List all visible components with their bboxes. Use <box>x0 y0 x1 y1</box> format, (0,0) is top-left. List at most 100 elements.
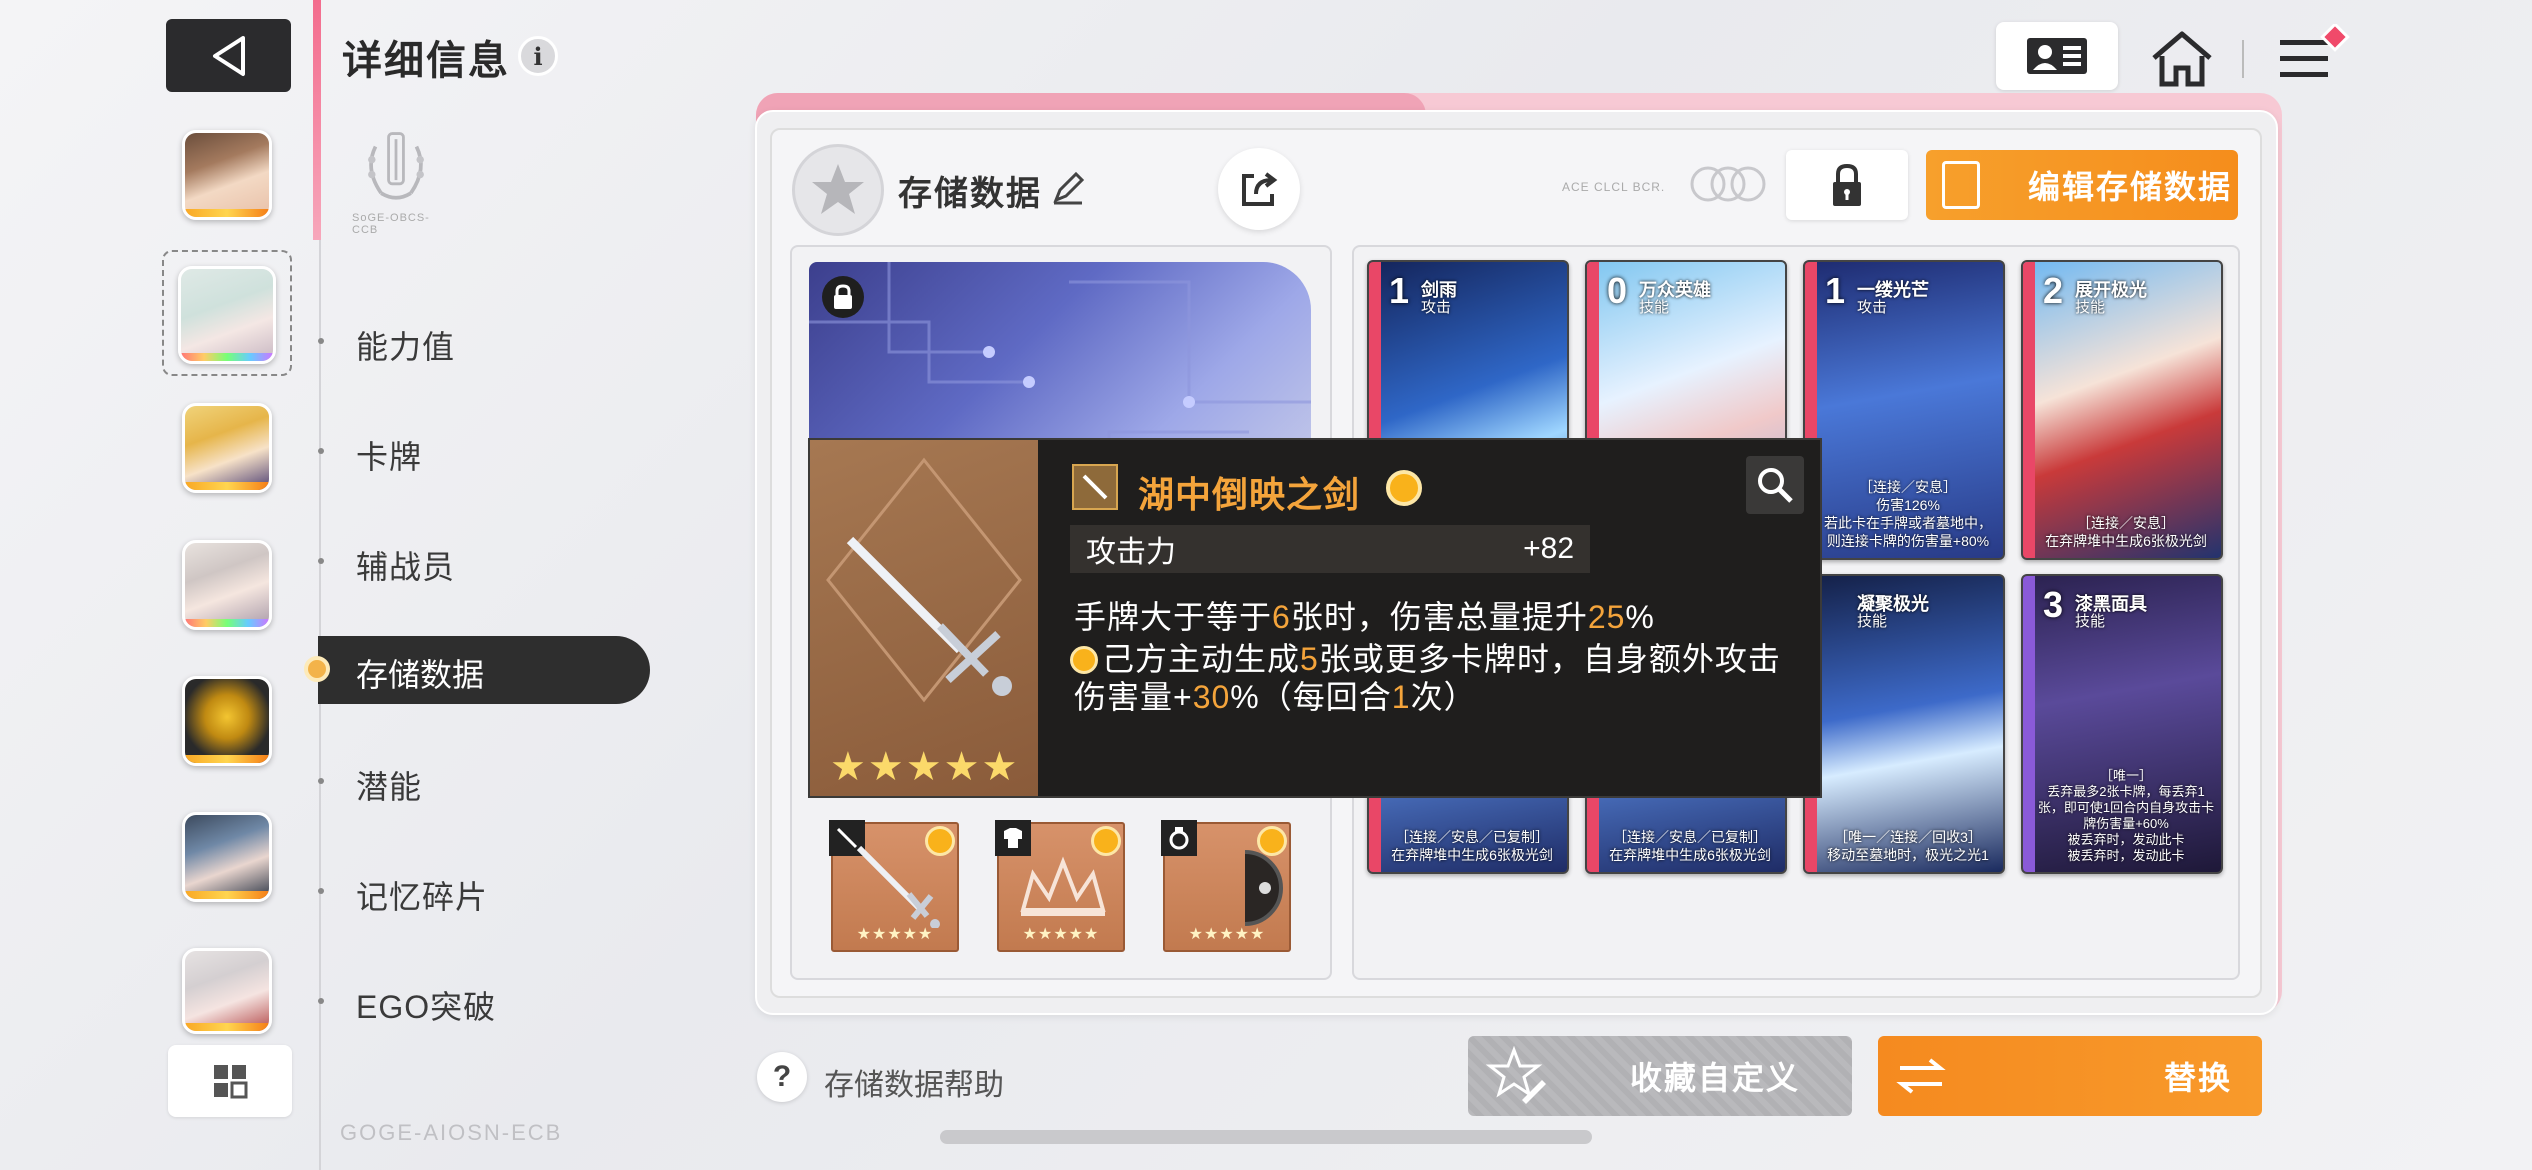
hamburger-menu-icon <box>2280 22 2350 77</box>
decorative-code: GOGE-AIOSN-ECB <box>340 1120 563 1145</box>
share-icon <box>1242 172 1278 206</box>
crown-art-icon <box>1020 856 1106 916</box>
laurel-emblem-icon <box>368 132 424 200</box>
swap-button[interactable]: 替换 <box>1878 1036 2262 1116</box>
tooltip-stars: ★★★★★ <box>830 745 1020 789</box>
search-icon <box>1758 468 1793 503</box>
rings-icon <box>1690 166 1766 202</box>
character-avatar[interactable] <box>182 403 272 493</box>
deck-card[interactable]: 3 漆黑面具 技能 ［唯一］ 丢弃最多2张卡牌，每丢弃1张，即可使1回合内自身攻… <box>2021 574 2223 874</box>
sidebar-divider <box>319 240 321 1170</box>
stat-value: +82 <box>1523 532 1574 565</box>
nav-item-support[interactable]: 辅战员 <box>356 542 455 588</box>
card-cost: 0 <box>1607 270 1628 311</box>
grid-view-button[interactable] <box>168 1045 292 1117</box>
back-triangle-icon <box>212 35 245 76</box>
sun-icon <box>1070 646 1098 674</box>
nav-item-ego-breakthrough[interactable]: EGO突破 <box>356 982 496 1028</box>
equipment-slot-armor[interactable]: ★★★★★ <box>995 820 1125 952</box>
id-card-icon <box>2027 38 2087 74</box>
card-cost: 1 <box>1825 270 1846 311</box>
character-avatar[interactable] <box>182 540 272 630</box>
share-button[interactable] <box>1218 148 1300 230</box>
card-cost: 1 <box>1389 270 1410 311</box>
character-avatar-selected[interactable] <box>178 266 276 364</box>
stat-label: 攻击力 <box>1086 536 1176 569</box>
menu-button[interactable] <box>2276 22 2356 90</box>
sword-art-icon <box>856 845 940 928</box>
card-description: ［连接／安息］ 伤害126% 若此卡在手牌或者墓地中，则连接卡牌的伤害量+80% <box>1824 479 1992 549</box>
deck-card[interactable]: 1 一缕光芒 攻击 ［连接／安息］ 伤害126% 若此卡在手牌或者墓地中，则连接… <box>1803 260 2005 560</box>
card-edit-icon <box>1942 161 1980 209</box>
rename-button[interactable] <box>1050 170 1086 206</box>
equipment-stars: ★★★★★ <box>856 926 934 943</box>
nav-dot <box>318 998 324 1004</box>
equipment-slot-accessory[interactable]: ★★★★★ <box>1161 820 1291 952</box>
card-cost: 3 <box>2043 584 2064 625</box>
toolbar-separator <box>2242 40 2244 78</box>
active-indicator-icon <box>304 656 330 682</box>
nav-item-stats[interactable]: 能力值 <box>356 322 455 368</box>
home-button[interactable] <box>2148 28 2216 90</box>
faction-emblem: SoGE-OBCS-CCB <box>352 128 440 236</box>
card-description: ［唯一／连接／回收3］ 移动至墓地时，极光之光1 <box>1827 829 1989 863</box>
character-avatar[interactable] <box>182 676 272 766</box>
sword-icon <box>1072 464 1118 510</box>
nav-item-potential[interactable]: 潜能 <box>356 762 422 808</box>
sun-rarity-icon <box>1091 826 1121 856</box>
storage-data-name: 存储数据 <box>898 175 1042 213</box>
deck-badge <box>792 144 884 236</box>
card-cost: 2 <box>2043 270 2064 311</box>
nav-dot <box>318 338 324 344</box>
accent-bar <box>313 0 321 240</box>
tooltip-search-button[interactable] <box>1746 456 1804 514</box>
tooltip-effect-line: 手牌大于等于6张时，伤害总量提升25% <box>1074 599 1655 635</box>
nav-dot <box>318 558 324 564</box>
shield-art-icon <box>1244 850 1283 926</box>
ring-icon <box>1161 820 1197 856</box>
profile-card-button[interactable] <box>1996 22 2118 90</box>
card-description: ［连接／安息］ 在弃牌堆中生成6张极光剑 <box>2045 515 2207 549</box>
star-icon <box>812 164 864 214</box>
lock-icon <box>1833 163 1861 206</box>
card-description: ［唯一］ 丢弃最多2张卡牌，每丢弃1张，即可使1回合内自身攻击卡牌伤害量+60%… <box>2037 768 2215 863</box>
help-label[interactable]: 存储数据帮助 <box>824 1060 1004 1104</box>
tooltip-item-name: 湖中倒映之剑 <box>1138 474 1361 515</box>
deck-card[interactable]: 2 展开极光 技能 ［连接／安息］ 在弃牌堆中生成6张极光剑 <box>2021 260 2223 560</box>
equipment-stars: ★★★★★ <box>1188 926 1266 943</box>
star-edit-icon <box>1486 1046 1546 1104</box>
info-icon[interactable]: i <box>518 36 558 76</box>
equipment-stars: ★★★★★ <box>1022 926 1100 943</box>
card-type: 技能 <box>2075 613 2106 630</box>
swap-label: 替换 <box>2163 1060 2232 1096</box>
deck-card[interactable]: 凝聚极光 技能 ［唯一／连接／回收3］ 移动至墓地时，极光之光1 <box>1803 574 2005 874</box>
decorative-small-code: ACE CLCL BCR. <box>1562 180 1666 194</box>
card-type: 攻击 <box>1421 299 1452 316</box>
back-button[interactable] <box>166 19 291 92</box>
edit-storage-data-button[interactable]: 编辑存储数据 <box>1926 150 2238 220</box>
lock-button[interactable] <box>1786 150 1908 220</box>
nav-item-memory-fragments[interactable]: 记忆碎片 <box>356 872 488 918</box>
favorite-custom-label: 收藏自定义 <box>1629 1060 1800 1096</box>
character-avatar[interactable] <box>182 812 272 902</box>
home-indicator[interactable] <box>940 1130 1592 1144</box>
card-description: ［连接／安息／已复制］ 在弃牌堆中生成6张极光剑 <box>1391 829 1553 863</box>
character-avatar[interactable] <box>182 130 272 220</box>
equipment-slot-weapon[interactable]: ★★★★★ <box>829 820 959 952</box>
character-lock-icon <box>822 276 864 318</box>
nav-dot <box>318 448 324 454</box>
grid-icon <box>214 1065 248 1099</box>
rings-decoration <box>1688 164 1768 204</box>
favorite-custom-button[interactable]: 收藏自定义 <box>1468 1036 1852 1116</box>
card-type: 技能 <box>2075 299 2106 316</box>
pencil-icon <box>1053 171 1085 205</box>
sun-rarity-icon <box>1386 470 1422 506</box>
armor-icon <box>995 820 1031 856</box>
help-button[interactable]: ? <box>757 1052 807 1102</box>
character-avatar[interactable] <box>182 948 272 1034</box>
tooltip-effect-line: 伤害量+30%（每回合1次） <box>1074 679 1477 715</box>
card-description: ［连接／安息／已复制］ 在弃牌堆中生成6张极光剑 <box>1609 829 1771 863</box>
sword-art-icon <box>826 457 1022 703</box>
nav-item-storage-label: 存储数据 <box>356 657 485 693</box>
nav-item-cards[interactable]: 卡牌 <box>356 432 422 478</box>
